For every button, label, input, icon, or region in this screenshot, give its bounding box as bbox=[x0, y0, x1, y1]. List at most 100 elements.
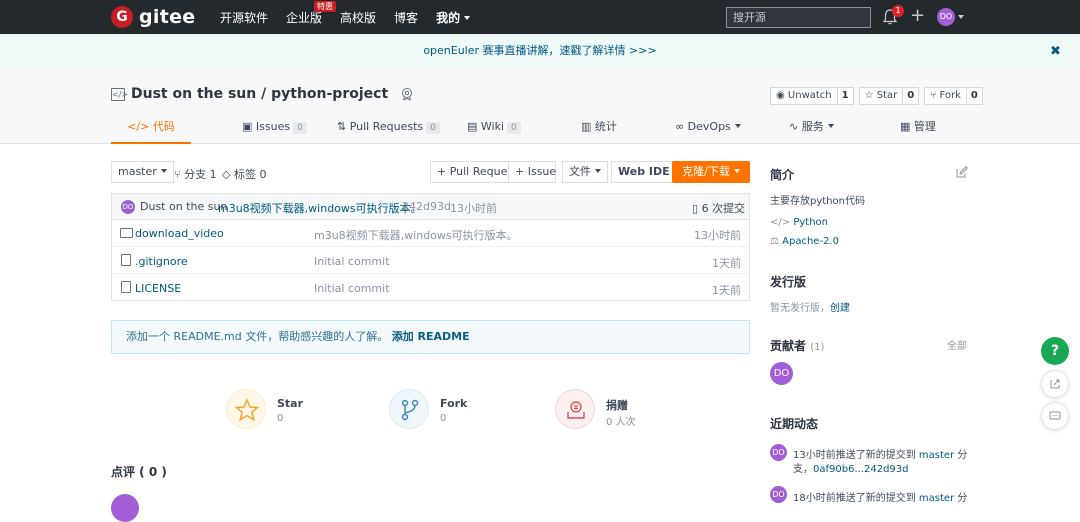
commit-message[interactable]: m3u8视频下载器,windows可执行版本。 bbox=[218, 200, 422, 216]
fork-button[interactable]: ⑂ Fork 0 bbox=[924, 87, 983, 105]
donate-stat-label[interactable]: 捐赠 bbox=[606, 397, 628, 413]
tab-manage[interactable]: ▦ 管理 bbox=[900, 113, 936, 144]
chevron-down-icon[interactable] bbox=[958, 15, 964, 19]
tab-manage-label: 管理 bbox=[913, 120, 936, 133]
table-row[interactable]: download_video m3u8视频下载器,windows可执行版本。 1… bbox=[112, 220, 749, 247]
nav-university[interactable]: 高校版 bbox=[340, 9, 376, 26]
contributors-count: (1) bbox=[810, 342, 825, 353]
activity-avatar[interactable]: DO bbox=[770, 486, 787, 503]
close-icon[interactable]: ✖ bbox=[1050, 44, 1061, 59]
commit-count-label: 6 次提交 bbox=[701, 202, 746, 215]
branches-label: 分支 1 bbox=[184, 168, 217, 181]
tags-link[interactable]: ◇ 标签 0 bbox=[222, 166, 266, 182]
table-row[interactable]: .gitignore Initial commit 1天前 bbox=[112, 247, 749, 274]
nav-enterprise[interactable]: 企业版 特惠 bbox=[286, 0, 337, 26]
infinity-icon: ∞ bbox=[675, 120, 685, 133]
star-stat[interactable] bbox=[226, 389, 266, 429]
tab-wiki-count: 0 bbox=[507, 122, 521, 134]
chat-icon bbox=[1049, 411, 1061, 420]
language-item[interactable]: </> Python bbox=[770, 217, 828, 228]
watch-label: ◉ Unwatch bbox=[771, 88, 838, 104]
chat-button[interactable] bbox=[1041, 402, 1069, 430]
file-name[interactable]: .gitignore bbox=[135, 255, 188, 268]
repo-badge-icon[interactable] bbox=[400, 87, 414, 101]
code-icon: </> bbox=[127, 120, 150, 133]
commit-author[interactable]: Dust on the sun bbox=[140, 200, 227, 213]
activity-branch-link[interactable]: master bbox=[919, 450, 954, 461]
file-time: 1天前 bbox=[712, 284, 741, 297]
banner-text[interactable]: openEuler 赛事直播讲解，速戳了解详情 >>> bbox=[423, 44, 656, 57]
scale-icon: ⚖ bbox=[770, 236, 779, 247]
activity-heading: 近期动态 bbox=[770, 417, 819, 431]
activity-line: 18小时前推送了新的提交到 master 分 bbox=[793, 489, 967, 504]
tab-code[interactable]: </> 代码 bbox=[111, 113, 191, 144]
tab-issues[interactable]: ▣ Issues 0 bbox=[242, 113, 307, 144]
fork-icon bbox=[401, 399, 419, 421]
file-commit-message[interactable]: m3u8视频下载器,windows可执行版本。 bbox=[314, 227, 518, 243]
nav-mine[interactable]: 我的 bbox=[436, 9, 470, 26]
tab-wiki[interactable]: ▤ Wiki 0 bbox=[467, 113, 521, 144]
watch-button[interactable]: ◉ Unwatch 1 bbox=[770, 87, 854, 105]
event-banner[interactable]: openEuler 赛事直播讲解，速戳了解详情 >>> bbox=[0, 34, 1080, 68]
donate-stat[interactable] bbox=[555, 389, 595, 429]
branch-select[interactable]: master bbox=[111, 161, 174, 183]
contributor-avatar[interactable]: DO bbox=[770, 362, 793, 385]
file-dropdown[interactable]: 文件 bbox=[562, 161, 608, 183]
pulse-icon: ∿ bbox=[789, 120, 799, 133]
tab-stats[interactable]: ▥ 统计 bbox=[581, 113, 617, 144]
commit-hash[interactable]: 242d93d bbox=[402, 200, 451, 213]
star-text: Star bbox=[876, 90, 898, 101]
contributors-all-link[interactable]: 全部 bbox=[947, 337, 967, 352]
new-pull-request-button[interactable]: + Pull Request bbox=[430, 161, 517, 183]
user-avatar[interactable]: DO bbox=[937, 8, 955, 26]
fork-stat[interactable] bbox=[389, 389, 429, 429]
tab-pull-requests[interactable]: ⇅ Pull Requests 0 bbox=[337, 113, 440, 144]
create-release-link[interactable]: 创建 bbox=[830, 303, 850, 314]
file-commit-message[interactable]: Initial commit bbox=[314, 282, 390, 295]
commit-time: 13小时前 bbox=[450, 202, 497, 215]
commits-icon: ▯ bbox=[692, 202, 699, 215]
avatar bbox=[111, 494, 139, 522]
license-item[interactable]: ⚖ Apache-2.0 bbox=[770, 236, 839, 247]
repo-name[interactable]: Dust on the sun / python-project bbox=[131, 86, 388, 102]
activity-branch-link[interactable]: master bbox=[919, 493, 954, 504]
plus-icon[interactable]: + bbox=[910, 6, 925, 26]
help-button[interactable]: ? bbox=[1041, 337, 1069, 365]
star-stat-label[interactable]: Star bbox=[277, 397, 303, 410]
language-label: Python bbox=[793, 217, 828, 228]
edit-icon[interactable] bbox=[956, 166, 968, 178]
table-row[interactable]: LICENSE Initial commit 1天前 bbox=[112, 274, 749, 301]
new-issue-button[interactable]: + Issue bbox=[508, 161, 556, 183]
nav-blog[interactable]: 博客 bbox=[394, 9, 418, 26]
file-name[interactable]: LICENSE bbox=[135, 282, 181, 295]
nav-open-source[interactable]: 开源软件 bbox=[220, 9, 268, 26]
add-readme-link[interactable]: 添加 README bbox=[392, 330, 470, 343]
gitee-logo[interactable]: G gitee bbox=[111, 6, 195, 28]
file-name[interactable]: download_video bbox=[135, 227, 224, 240]
clone-download-button[interactable]: 克隆/下载 bbox=[672, 161, 750, 183]
tab-issues-count: 0 bbox=[293, 122, 307, 134]
commit-author-avatar[interactable]: DO bbox=[121, 200, 135, 214]
activity-commit-range-link[interactable]: 0af90b6...242d93d bbox=[813, 464, 909, 475]
tab-devops[interactable]: ∞ DevOps bbox=[675, 113, 741, 144]
tags-label: 标签 0 bbox=[233, 168, 267, 181]
fork-label: ⑂ Fork bbox=[925, 88, 967, 104]
search-input[interactable] bbox=[726, 7, 871, 28]
file-icon bbox=[121, 254, 131, 266]
file-icon bbox=[121, 281, 131, 293]
tab-services-label: 服务 bbox=[801, 120, 824, 133]
tab-services[interactable]: ∿ 服务 bbox=[789, 113, 834, 144]
commit-count[interactable]: ▯ 6 次提交 bbox=[692, 200, 745, 216]
branch-icon: ⑂ bbox=[174, 168, 181, 181]
release-empty-label: 暂无发行版， bbox=[770, 303, 830, 314]
star-button[interactable]: ☆ Star 0 bbox=[858, 87, 920, 105]
fork-stat-label[interactable]: Fork bbox=[440, 397, 467, 410]
file-commit-message[interactable]: Initial commit bbox=[314, 255, 390, 268]
feedback-button[interactable] bbox=[1041, 370, 1069, 398]
branches-link[interactable]: ⑂ 分支 1 bbox=[174, 166, 217, 182]
activity-line: 支，0af90b6...242d93d bbox=[793, 460, 909, 475]
activity-avatar[interactable]: DO bbox=[770, 444, 787, 461]
web-ide-button[interactable]: Web IDE bbox=[611, 161, 677, 183]
chart-icon: ▥ bbox=[581, 120, 592, 133]
code-repo-icon: </> bbox=[111, 87, 129, 101]
